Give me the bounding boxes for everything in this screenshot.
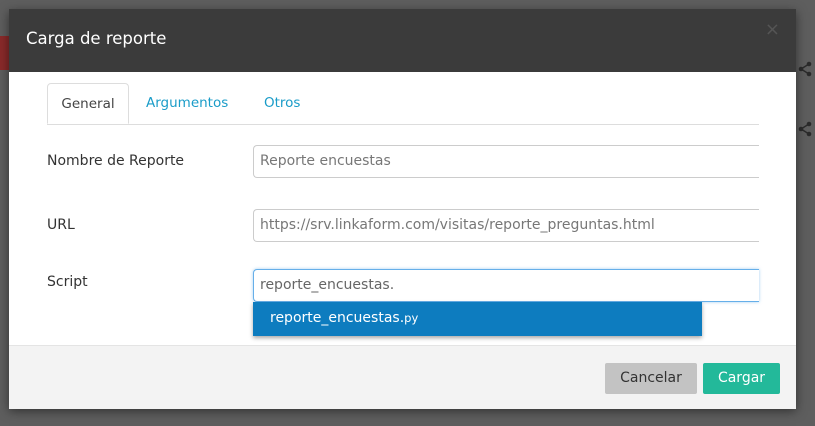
url-input[interactable]: https://srv.linkaform.com/visitas/report… <box>253 209 759 242</box>
load-button[interactable]: Cargar <box>703 363 780 394</box>
dialog-footer: Cancelar Cargar <box>9 345 796 409</box>
autocomplete-option-extension: py <box>404 311 419 325</box>
share-icon <box>797 61 815 79</box>
script-autocomplete-dropdown: reporte_encuestas.py <box>253 302 702 336</box>
script-input[interactable]: reporte_encuestas. <box>253 269 759 302</box>
share-icon <box>797 121 815 139</box>
cancel-button[interactable]: Cancelar <box>605 363 697 394</box>
dialog-title: Carga de reporte <box>26 29 167 48</box>
tab-argumentos[interactable]: Argumentos <box>146 83 228 124</box>
script-label: Script <box>47 274 88 290</box>
autocomplete-option[interactable]: reporte_encuestas.py <box>270 310 418 326</box>
dialog-header: Carga de reporte × <box>9 9 796 72</box>
tab-bar: General Argumentos Otros <box>47 83 759 125</box>
report-name-label: Nombre de Reporte <box>47 153 185 169</box>
close-icon[interactable]: × <box>765 19 780 40</box>
url-label: URL <box>47 217 75 233</box>
tab-otros[interactable]: Otros <box>264 83 300 124</box>
report-upload-dialog: Carga de reporte × General Argumentos Ot… <box>9 9 796 409</box>
report-name-input[interactable]: Reporte encuestas <box>253 145 759 178</box>
autocomplete-option-name: reporte_encuestas. <box>270 310 405 326</box>
tab-general[interactable]: General <box>47 83 129 124</box>
